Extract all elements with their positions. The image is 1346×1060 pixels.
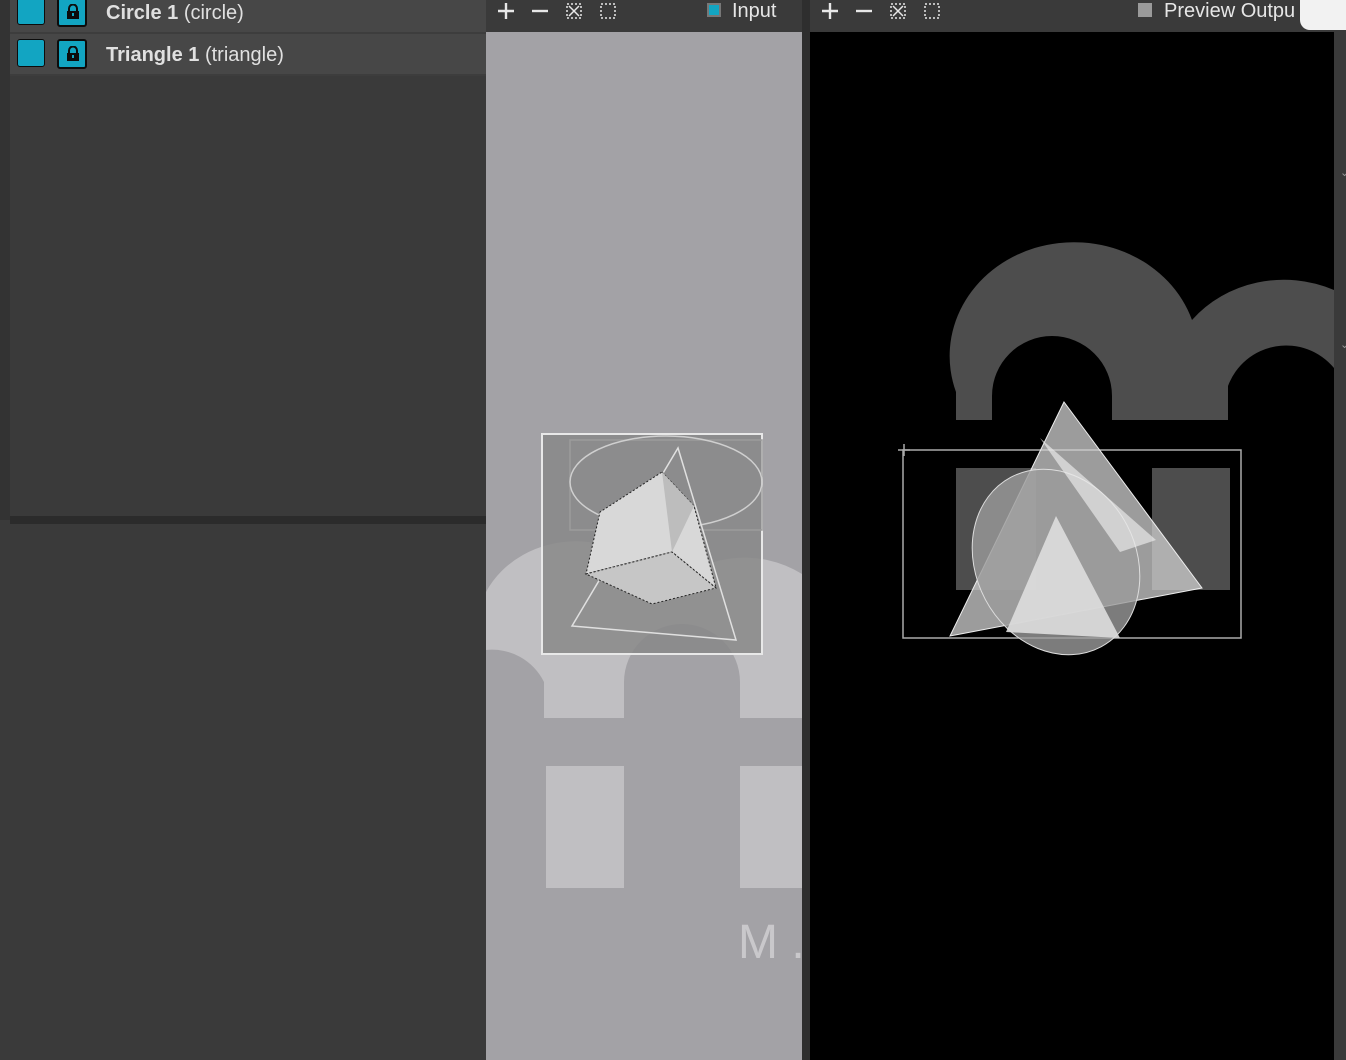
layer-type: (triangle)	[204, 44, 284, 66]
logo-arches	[949, 242, 1334, 420]
plus-icon	[822, 3, 838, 19]
layer-lock-toggle[interactable]	[57, 0, 87, 27]
input-visible-checkbox[interactable]	[707, 3, 721, 17]
input-viewer[interactable]: M .	[486, 32, 802, 1060]
corner-tab[interactable]	[1300, 0, 1346, 30]
zoom-fit-button[interactable]	[562, 1, 586, 23]
zoom-selection-icon	[924, 3, 940, 19]
zoom-out-button[interactable]	[852, 1, 876, 23]
output-toolbar: Preview Outpu	[810, 0, 1334, 32]
layer-row-circle[interactable]: Circle 1 (circle)	[10, 0, 486, 34]
layer-visibility-toggle[interactable]	[17, 0, 45, 25]
output-canvas[interactable]	[810, 32, 1334, 1060]
layer-type: (circle)	[183, 2, 244, 24]
chevron-down-icon[interactable]: ⌄	[1340, 166, 1346, 179]
layers-panel: Circle 1 (circle) Triangle 1 (triangle)	[10, 0, 486, 524]
zoom-fit-button[interactable]	[886, 1, 910, 23]
logo-block-right	[740, 766, 802, 888]
lock-icon	[67, 46, 79, 61]
zoom-fit-icon	[890, 3, 906, 19]
preview-output-checkbox[interactable]	[1138, 3, 1152, 17]
input-label: Input	[732, 0, 777, 22]
layer-visibility-toggle[interactable]	[17, 39, 45, 67]
zoom-selection-icon	[600, 3, 616, 19]
minus-icon	[532, 9, 548, 13]
minus-icon	[856, 9, 872, 13]
logo-block-left	[546, 766, 624, 888]
chevron-down-icon[interactable]: ⌄	[1340, 338, 1346, 351]
input-canvas[interactable]: M .	[486, 32, 802, 1060]
layer-label: Circle 1 (circle)	[106, 2, 244, 25]
preview-output-viewer[interactable]	[810, 32, 1334, 1060]
transform-handle[interactable]	[898, 444, 910, 456]
lock-icon	[67, 4, 79, 19]
zoom-selection-button[interactable]	[596, 1, 620, 23]
zoom-in-button[interactable]	[818, 1, 842, 23]
logo-text: M .	[738, 916, 802, 969]
input-toolbar: Input	[486, 0, 802, 32]
zoom-in-button[interactable]	[494, 1, 518, 23]
layer-name: Triangle 1	[106, 44, 200, 66]
viewer-divider[interactable]	[802, 0, 810, 1060]
plus-icon	[498, 3, 514, 19]
zoom-fit-icon	[566, 3, 582, 19]
layer-label: Triangle 1 (triangle)	[106, 44, 284, 67]
right-edge-strip	[1334, 0, 1346, 1060]
zoom-out-button[interactable]	[528, 1, 552, 23]
layer-name: Circle 1	[106, 2, 179, 24]
zoom-selection-button[interactable]	[920, 1, 944, 23]
layer-lock-toggle[interactable]	[57, 39, 87, 69]
preview-output-label: Preview Outpu	[1164, 0, 1296, 22]
left-edge-strip	[0, 0, 10, 520]
layer-row-triangle[interactable]: Triangle 1 (triangle)	[10, 34, 486, 76]
